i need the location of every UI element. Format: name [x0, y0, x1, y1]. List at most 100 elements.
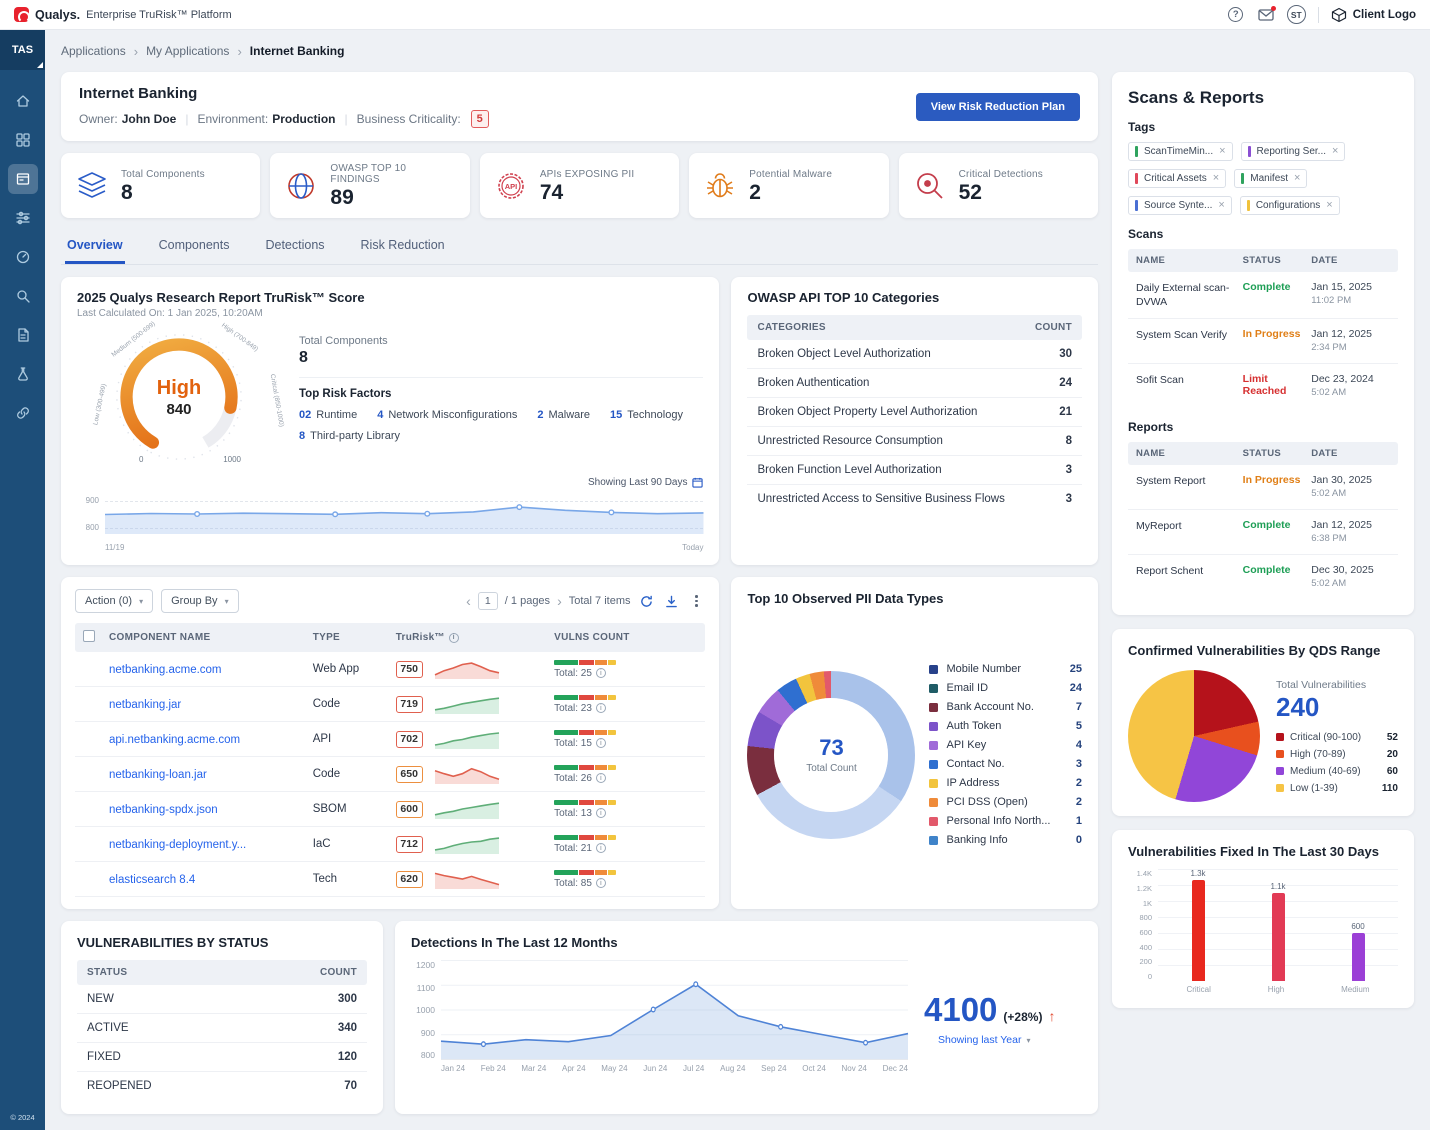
sidebar-item-search[interactable]	[8, 281, 38, 311]
sidebar-item-risk[interactable]	[8, 242, 38, 272]
sidebar-item-applications[interactable]	[8, 164, 38, 194]
info-icon[interactable]: i	[596, 703, 606, 713]
tag-chip[interactable]: Source Synte... ×	[1128, 196, 1232, 215]
tag-chip[interactable]: Critical Assets ×	[1128, 169, 1226, 188]
reports-table-header: NAME STATUS DATE	[1128, 442, 1398, 465]
legend-count: 4	[1076, 739, 1082, 751]
owasp-rows: Broken Object Level Authorization 30 Bro…	[747, 340, 1082, 513]
info-icon[interactable]: i	[596, 668, 606, 678]
legend-label: IP Address	[946, 777, 999, 789]
breadcrumb: Applications › My Applications › Interne…	[45, 30, 1430, 72]
sidebar-item-labs[interactable]	[8, 359, 38, 389]
legend-swatch	[929, 779, 938, 788]
sidebar-item-integrations[interactable]	[8, 398, 38, 428]
component-link[interactable]: elasticsearch 8.4	[109, 874, 195, 886]
y-tick: 1000	[411, 1005, 435, 1015]
tab-overview[interactable]: Overview	[65, 230, 125, 264]
action-dropdown[interactable]: Action (0) ▾	[75, 589, 153, 613]
component-link[interactable]: api.netbanking.acme.com	[109, 734, 240, 746]
legend-swatch	[929, 722, 938, 731]
component-link[interactable]: netbanking-spdx.json	[109, 804, 218, 816]
column-header: NAME	[1136, 448, 1243, 459]
close-icon[interactable]: ×	[1332, 146, 1338, 157]
close-icon[interactable]: ×	[1326, 200, 1332, 211]
component-type: SBOM	[313, 803, 396, 815]
next-page-button[interactable]: ›	[557, 594, 562, 608]
calendar-icon[interactable]	[692, 477, 703, 488]
tag-chip[interactable]: Configurations ×	[1240, 196, 1340, 215]
download-icon[interactable]	[662, 592, 680, 610]
stat-value: 52	[959, 182, 1043, 203]
sidebar-item-dashboards[interactable]	[8, 125, 38, 155]
page-title: Internet Banking	[79, 85, 489, 102]
tag-label: ScanTimeMin...	[1144, 146, 1213, 157]
scans-rows: Daily External scan-DVWA Complete Jan 15…	[1128, 272, 1398, 408]
breadcrumb-item[interactable]: My Applications	[146, 44, 229, 58]
risk-factor: 02Runtime	[299, 409, 357, 421]
scans-table-header: NAME STATUS DATE	[1128, 249, 1398, 272]
component-row: api.netbanking.acme.com API 702	[75, 722, 705, 757]
legend-swatch	[929, 741, 938, 750]
close-icon[interactable]: ×	[1213, 173, 1219, 184]
component-link[interactable]: netbanking.jar	[109, 699, 181, 711]
groupby-dropdown[interactable]: Group By ▾	[161, 589, 238, 613]
legend-swatch	[1276, 750, 1284, 758]
component-link[interactable]: netbanking-loan.jar	[109, 769, 207, 781]
close-icon[interactable]: ×	[1219, 146, 1225, 157]
flask-icon	[15, 366, 31, 382]
vulns-distribution-bar	[554, 870, 616, 875]
component-link[interactable]: netbanking.acme.com	[109, 664, 222, 676]
kebab-menu-icon[interactable]	[687, 592, 705, 610]
vulns-total: Total: 26	[554, 773, 592, 784]
legend-count: 25	[1070, 663, 1082, 675]
select-all-checkbox[interactable]	[83, 630, 95, 642]
info-icon[interactable]: i	[596, 808, 606, 818]
help-button[interactable]: ?	[1227, 6, 1245, 24]
refresh-icon[interactable]	[637, 592, 655, 610]
tab-components[interactable]: Components	[157, 230, 232, 264]
scans-reports-card: Scans & Reports Tags ScanTimeMin... ×	[1112, 72, 1414, 615]
legend-swatch	[1276, 733, 1284, 741]
prev-page-button[interactable]: ‹	[466, 594, 471, 608]
view-risk-reduction-plan-button[interactable]: View Risk Reduction Plan	[916, 93, 1080, 121]
legend-item: High (70-89) 20	[1276, 749, 1398, 760]
chevron-right-icon: ›	[237, 44, 241, 59]
info-icon[interactable]: i	[596, 878, 606, 888]
user-avatar[interactable]: ST	[1287, 5, 1306, 24]
close-icon[interactable]: ×	[1218, 200, 1224, 211]
page-input[interactable]: 1	[478, 592, 498, 610]
breadcrumb-item[interactable]: Applications	[61, 44, 126, 58]
module-switcher[interactable]: TAS	[0, 30, 45, 70]
client-logo[interactable]: Client Logo	[1331, 7, 1416, 23]
owasp-count: 24	[1059, 377, 1072, 389]
info-icon[interactable]: i	[449, 633, 459, 643]
criticality-badge: 5	[471, 110, 489, 128]
qds-title: Confirmed Vulnerabilities By QDS Range	[1128, 643, 1398, 658]
tag-chip[interactable]: Manifest ×	[1234, 169, 1307, 188]
tab-detections[interactable]: Detections	[263, 230, 326, 264]
legend-label: Bank Account No.	[946, 701, 1033, 713]
info-icon[interactable]: i	[596, 738, 606, 748]
tab-risk-reduction[interactable]: Risk Reduction	[359, 230, 447, 264]
component-link[interactable]: netbanking-deployment.y...	[109, 839, 246, 851]
notifications-button[interactable]	[1257, 6, 1275, 24]
date-range-label[interactable]: Showing Last 90 Days	[588, 477, 688, 488]
info-icon[interactable]: i	[596, 843, 606, 853]
sidebar-item-home[interactable]	[8, 86, 38, 116]
sidebar-item-reports[interactable]	[8, 320, 38, 350]
owner-value: John Doe	[122, 112, 177, 126]
trurisk-score-value: 840	[166, 401, 191, 418]
trurisk-score-badge: 650	[396, 766, 423, 783]
close-icon[interactable]: ×	[1294, 173, 1300, 184]
legend-count: 7	[1076, 701, 1082, 713]
stat-label: Critical Detections	[959, 169, 1043, 180]
legend-swatch	[929, 817, 938, 826]
range-selector[interactable]: Showing last Year ▾	[938, 1034, 1031, 1046]
scan-time: 2:34 PM	[1311, 342, 1390, 354]
sidebar-item-settings[interactable]	[8, 203, 38, 233]
legend-count: 52	[1387, 732, 1398, 743]
bar-rect	[1272, 893, 1285, 981]
info-icon[interactable]: i	[596, 773, 606, 783]
tag-chip[interactable]: ScanTimeMin... ×	[1128, 142, 1233, 161]
tag-chip[interactable]: Reporting Ser... ×	[1241, 142, 1346, 161]
